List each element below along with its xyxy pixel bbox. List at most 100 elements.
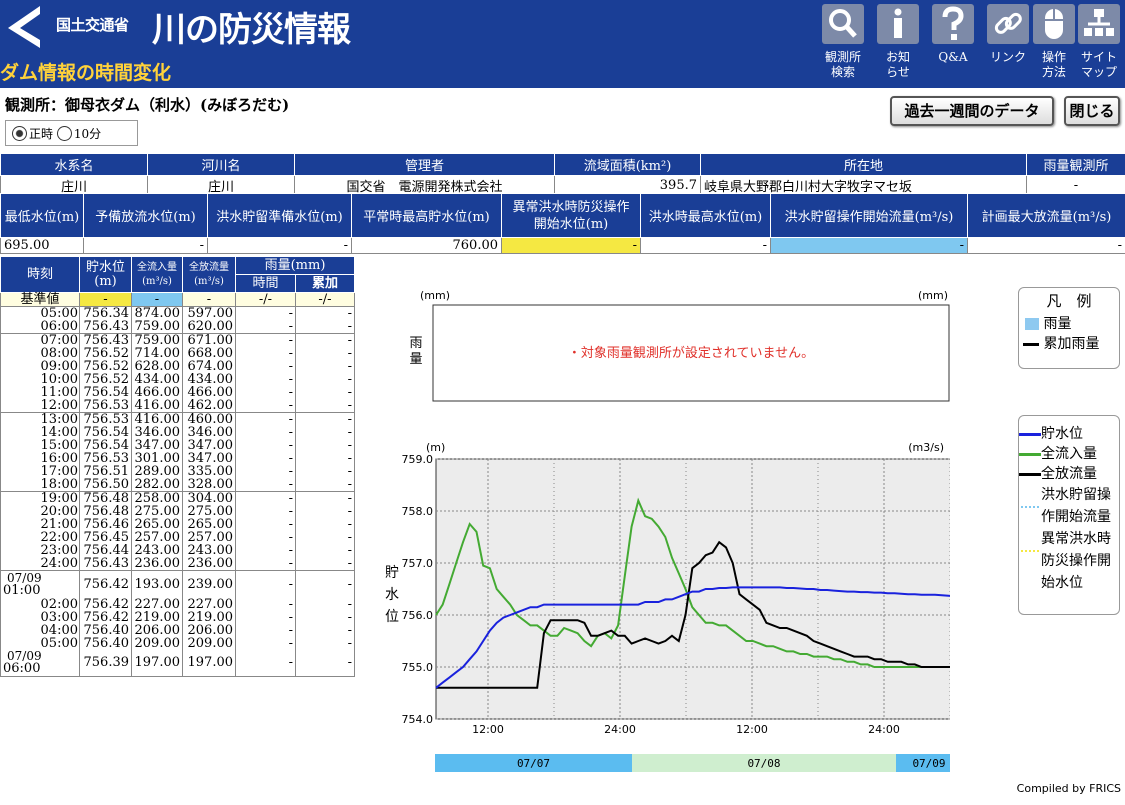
legend-label: 全流入量 — [1041, 446, 1097, 462]
cell-rain-cum: - — [295, 544, 355, 557]
header-cell: 異常洪水時防災操作 開始水位(m) — [501, 193, 641, 238]
cell-time: 13:00 — [0, 412, 80, 426]
station-title: 観測所：御母衣ダム（利水）(みぼろだむ) — [5, 96, 290, 114]
cell-rain-cum: - — [295, 610, 355, 624]
table-row: 12:00 756.53 416.00 462.00- - — [0, 399, 355, 413]
site-title[interactable]: 川の防災情報 — [152, 2, 351, 51]
cell-rain-cum: - — [295, 518, 355, 531]
cell-time: 06:00 — [0, 320, 80, 334]
cell-rain-hour: - — [235, 544, 296, 557]
date-band-label: 07/07 — [517, 757, 550, 770]
cell-outflow: 219.00 — [182, 610, 236, 624]
cell-rain-hour: - — [235, 491, 296, 505]
cell-level: 756.39 — [79, 649, 132, 677]
cell-rain-hour: - — [235, 636, 296, 650]
cell-rain-hour: - — [235, 570, 296, 598]
header-outflow: 全放流量 (m³/s) — [182, 256, 236, 293]
cell-inflow: 258.00 — [131, 491, 183, 505]
header-cell: 流域面積(km²) — [554, 153, 701, 176]
cell-outflow: 328.00 — [182, 478, 236, 492]
radio-10min[interactable] — [56, 126, 72, 141]
close-button[interactable]: 閉じる — [1064, 96, 1120, 126]
past-week-button[interactable]: 過去一週間のデータ — [890, 96, 1054, 126]
table-row: 19:00 756.48 258.00 304.00- - — [0, 491, 355, 505]
cell-rain-hour: - — [235, 610, 296, 624]
rain-ylabel: 雨量 — [409, 336, 422, 367]
y-tick-label: 755.0 — [402, 661, 434, 674]
level-swatch — [1019, 432, 1041, 436]
cell-rain-hour: - — [235, 649, 296, 677]
cell-rain-cum: - — [295, 399, 355, 413]
nav-link[interactable]: リンク — [982, 0, 1034, 88]
cell-rain-cum: - — [295, 452, 355, 465]
x-axis-ticks: 12:00 24:00 12:00 24:00 — [472, 723, 900, 736]
cell-outflow: 597.00 — [182, 306, 236, 320]
cell-rain-hour: - — [235, 347, 296, 360]
header-inflow: 全流入量 (m³/s) — [131, 256, 183, 293]
legend-title: 凡 例 — [1046, 292, 1092, 310]
cell-rain-cum: - — [295, 465, 355, 478]
info-cell: - — [640, 237, 771, 254]
table-row: 02:00 756.42 227.00 227.00- - — [0, 597, 355, 611]
info-cell: - — [83, 237, 208, 254]
rain-no-station-message: ・対象雨量観測所が設定されていません。 — [568, 345, 814, 361]
cell-level: 756.53 — [79, 412, 132, 426]
cell-outflow: 460.00 — [182, 412, 236, 426]
cell-level: 756.50 — [79, 478, 132, 492]
cell-inflow: 416.00 — [131, 412, 183, 426]
header-cell: 洪水時最高水位(m) — [640, 193, 771, 238]
nav-sitemap[interactable]: サイト マップ — [1073, 0, 1125, 88]
nav-label: お知 らせ — [885, 50, 910, 79]
mouse-icon — [1033, 4, 1075, 44]
cell-outflow: 620.00 — [182, 320, 236, 334]
y-axis-ticks: 754.0 755.0 756.0 757.0 758.0 759.0 — [402, 453, 434, 726]
cell-inflow: 416.00 — [131, 399, 183, 413]
cell-time: 05:00 — [0, 306, 80, 320]
time-label: 06:00 — [3, 661, 41, 677]
legend-item-outflow: 全放流量 — [1019, 464, 1119, 484]
cell-rain-cum: - — [295, 347, 355, 360]
cell-rain-cum: - — [295, 531, 355, 544]
nav-notice[interactable]: お知 らせ — [872, 0, 924, 88]
header-cell: 雨量観測所 — [1026, 153, 1125, 176]
cell-inflow: 227.00 — [131, 597, 183, 611]
cell-rain-hour: - — [235, 386, 296, 399]
cell-rain-hour: - — [235, 505, 296, 518]
nav-station-search[interactable]: 観測所 検索 — [817, 0, 869, 88]
cell-inflow: 209.00 — [131, 636, 183, 650]
cell-rain-hour: - — [235, 557, 296, 571]
station-info-table: 水系名 河川名 管理者 流域面積(km²) 所在地 雨量観測所 庄川 庄川 国交… — [0, 153, 1125, 196]
legend-label: 洪水貯留操作開始流量 — [1041, 487, 1111, 525]
nav-label: サイト マップ — [1080, 50, 1117, 79]
cell-level: 756.42 — [79, 610, 132, 624]
date-band-label: 07/08 — [747, 757, 780, 770]
time-label: 01:00 — [3, 582, 41, 598]
table-row: 07/09 01:00 756.42 193.00 239.00- - — [0, 570, 355, 598]
cell-time: 04:00 — [0, 623, 80, 637]
legend-label: 異常洪水時防災操作開始水位 — [1041, 531, 1111, 591]
ref-level: - — [79, 292, 132, 307]
ref-label: 基準値 — [0, 292, 80, 307]
table-row: 04:00 756.40 206.00 206.00- - — [0, 623, 355, 637]
radio-hourly[interactable] — [12, 126, 27, 141]
cell-outflow: 227.00 — [182, 597, 236, 611]
cell-rain-cum: - — [295, 320, 355, 334]
legend-label: 累加雨量 — [1043, 336, 1100, 352]
ref-rain-cum: -/- — [295, 292, 355, 307]
level-ylabel-char: 水 — [385, 587, 399, 603]
cell-inflow: 759.00 — [131, 333, 183, 347]
info-cell: - — [501, 237, 641, 254]
cell-level: 756.40 — [79, 623, 132, 637]
table-body: 基準値 - - - -/- -/- 05:00 756.34 874.00 597.0… — [0, 292, 355, 677]
interval-selector: 正時 10分 — [5, 120, 138, 146]
date-bands: 07/07 07/08 07/09 — [435, 754, 950, 772]
ref-inflow: - — [131, 292, 183, 307]
table-row: 05:00 756.34 874.00 597.00- - — [0, 306, 355, 320]
cell-rain-hour: - — [235, 452, 296, 465]
cell-time: 07:00 — [0, 333, 80, 347]
info-cell: - — [770, 237, 968, 254]
nav-qa[interactable]: Q&A — [927, 0, 979, 88]
header-cell: 予備放流水位(m) — [83, 193, 208, 238]
cell-level: 756.34 — [79, 306, 132, 320]
info-cell: - — [207, 237, 352, 254]
